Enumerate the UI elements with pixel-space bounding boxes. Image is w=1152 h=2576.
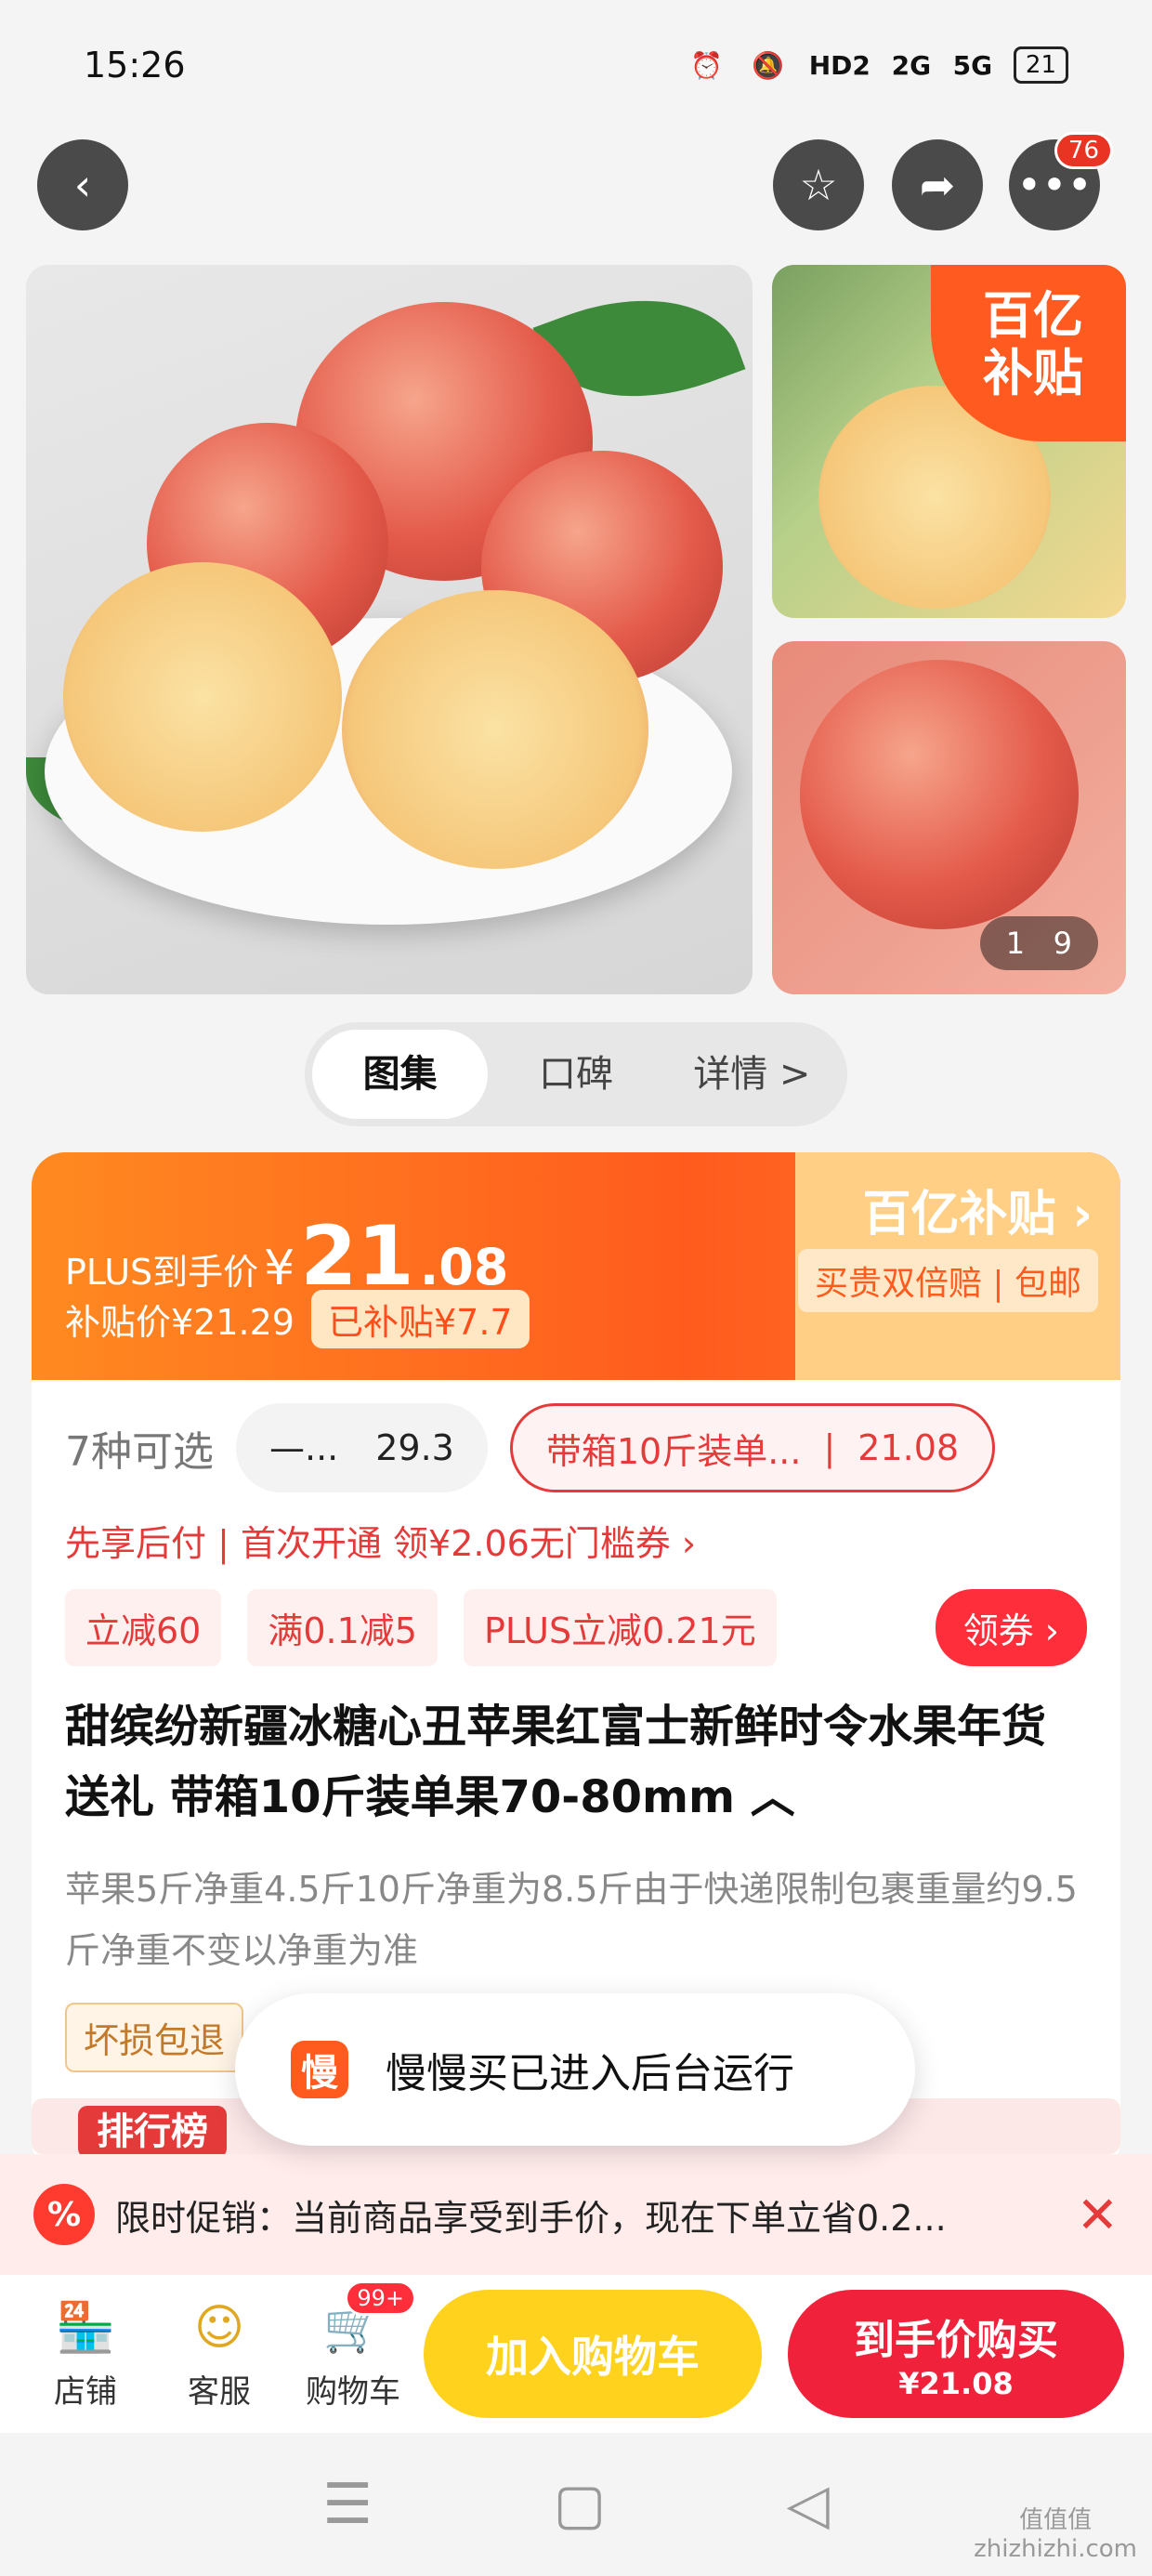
favorite-button[interactable]: ☆ [773, 139, 864, 230]
coupon-tag: 立减60 [65, 1589, 222, 1666]
guarantee-tag: 买贵双倍赔 | 包邮 [797, 1249, 1098, 1312]
discount-icon: % [33, 2184, 95, 2245]
product-description: 苹果5斤净重4.5斤10斤净重为8.5斤由于快递限制包裹重量约9.5斤净重不变以… [65, 1869, 1078, 1971]
more-button[interactable]: ••• 76 [1009, 132, 1113, 230]
main-product-image[interactable] [26, 265, 753, 994]
apple-half [63, 562, 342, 832]
signal-5g-icon: 5G [952, 49, 993, 81]
status-bar: 15:26 ⏰ 🔕 HD2 2G 5G 21 [0, 0, 1152, 130]
mute-icon: 🔕 [752, 49, 785, 81]
cart-button[interactable]: 🛒 99+ 购物车 [286, 2280, 420, 2412]
add-to-cart-button[interactable]: 加入购物车 [424, 2290, 762, 2418]
background-toast: 慢 慢慢买已进入后台运行 [235, 1993, 915, 2146]
image-counter: 1 9 [979, 916, 1098, 970]
bottom-action-bar: 🏪 店铺 ☺ 客服 🛒 99+ 购物车 加入购物车 到手价购买 ¥21.08 [0, 2275, 1152, 2433]
options-count: 7种可选 [65, 1428, 214, 1476]
subsidy-price-line: 补贴价¥21.29 已补贴¥7.7 [65, 1290, 530, 1348]
brand-area[interactable]: 百亿补贴 › 买贵双倍赔 | 包邮 [795, 1152, 1120, 1380]
damage-refund-tag: 坏损包退 [65, 2003, 244, 2072]
cart-badge: 99+ [345, 2280, 416, 2316]
apple [800, 660, 1079, 929]
apple-half [342, 590, 648, 869]
status-icons: ⏰ 🔕 HD2 2G 5G 21 [687, 45, 1068, 85]
share-button[interactable]: ➦ [892, 139, 983, 230]
toast-text: 慢慢买已进入后台运行 [386, 2050, 794, 2097]
watermark: 值值值 zhizhizhi.com [974, 2506, 1137, 2563]
thumbnail-image-2[interactable]: 1 9 [772, 641, 1126, 994]
chevron-left-icon: ‹ [73, 160, 92, 210]
more-badge: 76 [1054, 132, 1113, 169]
sku-options: 7种可选 —... 29.3 带箱10斤装单... | 21.08 [65, 1403, 1087, 1492]
back-button[interactable]: ‹ [37, 139, 128, 230]
shop-button[interactable]: 🏪 店铺 [19, 2297, 152, 2412]
product-title[interactable]: 甜缤纷新疆冰糖心丑苹果红富士新鲜时令水果年货送礼 带箱10斤装单果70-80mm… [65, 1691, 1087, 1833]
chat-icon: ☺ [193, 2299, 245, 2356]
coupon-tag: 满0.1减5 [247, 1589, 438, 1666]
close-icon[interactable]: ✕ [1077, 2186, 1119, 2244]
top-nav: ‹ ☆ ➦ ••• 76 [0, 132, 1152, 232]
coupon-row: 立减60 满0.1减5 PLUS立减0.21元 领券 › [65, 1589, 1087, 1666]
pay-later-link[interactable]: 先享后付 | 首次开通 领¥2.06无门槛券 › [65, 1515, 696, 1566]
subsidized-tag: 已补贴¥7.7 [310, 1290, 530, 1348]
signal-2g-icon: 2G [891, 49, 932, 81]
hd-icon: HD2 [808, 49, 871, 81]
alarm-icon: ⏰ [690, 49, 724, 81]
product-gallery[interactable]: 百亿 补贴 1 9 [26, 265, 1126, 994]
customer-service-button[interactable]: ☺ 客服 [152, 2297, 286, 2412]
tab-reviews[interactable]: 口碑 [488, 1030, 663, 1119]
coupon-tag: PLUS立减0.21元 [463, 1589, 777, 1666]
app-icon: 慢 [291, 2041, 348, 2098]
share-icon: ➦ [919, 160, 956, 210]
promo-text: 限时促销：当前商品享受到手价，现在下单立省0.2... [115, 2197, 947, 2239]
price-header: 百亿补贴 › 买贵双倍赔 | 包邮 PLUS到手价 ¥ 21 .08 补贴价¥2… [32, 1152, 1120, 1380]
thumbnail-image-1[interactable]: 百亿 补贴 [772, 265, 1126, 618]
star-icon: ☆ [799, 160, 838, 210]
subsidy-brand-title: 百亿补贴 › [862, 1187, 1093, 1242]
tab-details[interactable]: 详情 > [664, 1030, 840, 1119]
buy-now-button[interactable]: 到手价购买 ¥21.08 [788, 2290, 1124, 2418]
sku-option[interactable]: —... 29.3 [236, 1403, 488, 1492]
menu-icon[interactable]: ☰ [322, 2472, 373, 2537]
store-icon: 🏪 [55, 2300, 116, 2356]
get-coupon-button[interactable]: 领券 › [935, 1589, 1087, 1666]
home-icon[interactable]: ▢ [553, 2472, 606, 2537]
section-tabs: 图集 口碑 详情 > [305, 1022, 847, 1126]
tab-gallery[interactable]: 图集 [312, 1030, 489, 1119]
ranking-label: 排行榜 [78, 2106, 227, 2154]
sku-option-selected[interactable]: 带箱10斤装单... | 21.08 [509, 1403, 996, 1492]
promo-banner[interactable]: % 限时促销：当前商品享受到手价，现在下单立省0.2... ✕ [0, 2154, 1152, 2275]
battery-icon: 21 [1013, 46, 1068, 84]
status-time: 15:26 [84, 45, 186, 85]
back-icon[interactable]: ◁ [787, 2472, 830, 2537]
